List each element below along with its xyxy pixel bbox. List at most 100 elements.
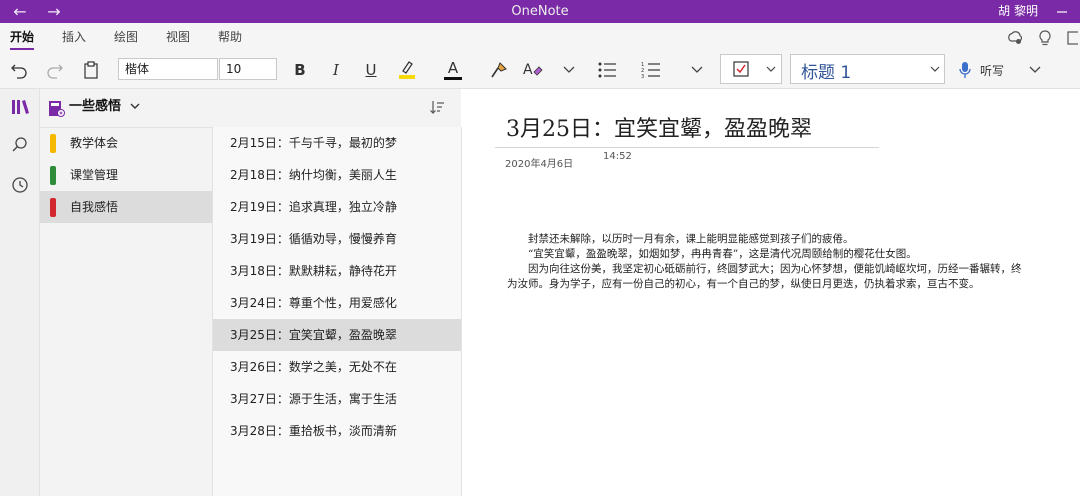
font-name-field[interactable]: 楷体 — [118, 58, 218, 80]
format-painter-icon — [491, 62, 507, 78]
bullet-list-icon — [598, 62, 616, 78]
section-color-tab — [50, 198, 56, 217]
note-canvas[interactable]: 3月25日：宜笑宜颦，盈盈晚翠 2020年4月6日 14:52 封禁还未解除，以… — [462, 89, 1080, 496]
page-date: 2020年4月6日 — [505, 159, 574, 170]
section-color-tab — [50, 166, 56, 185]
page-item[interactable]: 3月19日：循循劝导，慢慢养育 — [213, 223, 461, 255]
bullets-button[interactable] — [594, 56, 620, 84]
section-label: 课堂管理 — [70, 168, 119, 182]
page-label: 3月27日：源于生活，寓于生活 — [230, 392, 397, 406]
page-item[interactable]: 3月26日：数学之美，无处不在 — [213, 351, 461, 383]
clipboard-icon — [84, 61, 98, 79]
tab-home[interactable]: 开始 — [10, 23, 35, 52]
page-item[interactable]: 2月18日：纳什均衡，美丽人生 — [213, 159, 461, 191]
notebook-icon — [49, 101, 65, 117]
notebooks-button[interactable] — [0, 91, 39, 123]
page-item[interactable]: 3月24日：尊重个性，用爱感化 — [213, 287, 461, 319]
clock-icon — [11, 177, 28, 193]
font-color-swatch — [444, 77, 462, 80]
undo-icon — [11, 64, 27, 79]
page-item[interactable]: 2月15日：千与千寻，最初的梦 — [213, 127, 461, 159]
ribbon-overflow-button[interactable] — [1060, 23, 1080, 52]
chevron-down-icon — [1029, 66, 1041, 73]
sort-pages-button[interactable] — [429, 99, 447, 117]
minimize-button[interactable] — [1044, 0, 1080, 23]
page-label: 3月24日：尊重个性，用爱感化 — [230, 296, 397, 310]
ribbon-toolbar: 楷体 10 B I U A A 123 标题 1 听写 — [0, 52, 1080, 89]
page-item[interactable]: 3月25日：宜笑宜颦，盈盈晚翠 — [213, 319, 461, 351]
numbering-button[interactable]: 123 — [638, 56, 664, 84]
paste-button[interactable] — [78, 56, 104, 84]
chevron-down-icon — [563, 66, 575, 73]
notebook-name-label: 一些感悟 — [69, 99, 122, 114]
font-color-icon: A — [447, 59, 459, 77]
section-label: 教学体会 — [70, 136, 119, 150]
font-more-button[interactable] — [558, 56, 580, 84]
page-item[interactable]: 3月28日：重拾板书，淡而清新 — [213, 415, 461, 447]
microphone-icon — [959, 62, 971, 78]
ribbon-more-button[interactable] — [1024, 56, 1046, 84]
tab-insert[interactable]: 插入 — [62, 23, 86, 52]
recent-notes-button[interactable] — [0, 169, 39, 201]
chevron-down-icon — [766, 66, 776, 72]
note-paragraph[interactable]: “宜笑宜颦，盈盈晚翠，如烟如梦，冉冉青春”，这是清代况周颐给制的樱花仕女图。 — [507, 247, 1025, 262]
search-icon — [12, 137, 27, 152]
user-name[interactable]: 胡 黎明 — [998, 0, 1038, 23]
section-item[interactable]: 自我感悟 — [40, 191, 212, 223]
page-item[interactable]: 3月18日：默默耕耘，静待花开 — [213, 255, 461, 287]
sort-icon — [430, 101, 444, 114]
page-label: 3月25日：宜笑宜颦，盈盈晚翠 — [230, 328, 397, 342]
font-size-field[interactable]: 10 — [219, 58, 277, 80]
tab-help[interactable]: 帮助 — [218, 23, 242, 52]
dictate-label: 听写 — [980, 63, 1005, 78]
underline-button[interactable]: U — [361, 56, 381, 84]
app-title: OneNote — [511, 4, 569, 19]
window-icon — [1067, 30, 1078, 45]
svg-text:A: A — [523, 62, 533, 78]
tell-me-button[interactable] — [1033, 23, 1057, 52]
numbered-list-icon: 123 — [641, 62, 660, 79]
notebook-name[interactable]: 一些感悟 — [69, 89, 140, 127]
note-body[interactable]: 封禁还未解除，以历时一月有余，课上能明显能感觉到孩子们的疲倦。 “宜笑宜颦，盈盈… — [507, 232, 1025, 292]
page-label: 3月18日：默默耕耘，静待花开 — [230, 264, 397, 278]
notebook-header[interactable]: 一些感悟 — [40, 89, 461, 128]
sections-container: 教学体会 课堂管理 自我感悟 — [40, 127, 212, 223]
page-item[interactable]: 2月19日：追求真理，独立冷静 — [213, 191, 461, 223]
page-label: 3月26日：数学之美，无处不在 — [230, 360, 397, 374]
italic-button[interactable]: I — [326, 56, 346, 84]
page-label: 2月18日：纳什均衡，美丽人生 — [230, 168, 397, 182]
tag-picker[interactable] — [720, 54, 782, 84]
page-title[interactable]: 3月25日：宜笑宜颦，盈盈晚翠 — [506, 111, 812, 143]
chevron-down-icon — [930, 66, 940, 72]
section-item[interactable]: 教学体会 — [40, 127, 212, 159]
highlight-button[interactable] — [395, 56, 419, 84]
bold-button[interactable]: B — [290, 56, 310, 84]
chevron-down-icon — [130, 103, 140, 109]
tab-view[interactable]: 视图 — [166, 23, 190, 52]
redo-button[interactable] — [42, 56, 68, 84]
page-item[interactable]: 3月27日：源于生活，寓于生活 — [213, 383, 461, 415]
ribbon-tabs: 开始 插入 绘图 视图 帮助 — [0, 23, 1080, 52]
search-button[interactable] — [0, 129, 39, 161]
format-painter-button[interactable] — [486, 56, 512, 84]
page-label: 3月28日：重拾板书，淡而清新 — [230, 424, 397, 438]
font-color-button[interactable]: A — [441, 56, 465, 84]
share-button[interactable] — [1003, 23, 1027, 52]
undo-button[interactable] — [6, 56, 32, 84]
paragraph-more-button[interactable] — [686, 56, 708, 84]
clear-format-button[interactable]: A — [520, 56, 546, 84]
share-icon — [1008, 30, 1023, 44]
title-divider — [495, 147, 879, 148]
tab-draw[interactable]: 绘图 — [114, 23, 138, 52]
svg-text:3: 3 — [641, 74, 644, 79]
note-paragraph[interactable]: 封禁还未解除，以历时一月有余，课上能明显能感觉到孩子们的疲倦。 — [507, 232, 1025, 247]
lightbulb-icon — [1039, 29, 1051, 45]
dictate-button[interactable]: 听写 — [958, 56, 1018, 84]
todo-checkbox-icon — [733, 61, 749, 77]
note-paragraph[interactable]: 因为向往这份美，我坚定初心砥砺前行，终圆梦武大；因为心怀梦想，便能饥崎岖坎坷，历… — [507, 262, 1025, 292]
paragraph-style-picker[interactable]: 标题 1 — [790, 54, 945, 84]
section-item[interactable]: 课堂管理 — [40, 159, 212, 191]
page-time: 14:52 — [603, 151, 632, 162]
page-label: 2月15日：千与千寻，最初的梦 — [230, 136, 397, 150]
section-color-tab — [50, 134, 56, 153]
